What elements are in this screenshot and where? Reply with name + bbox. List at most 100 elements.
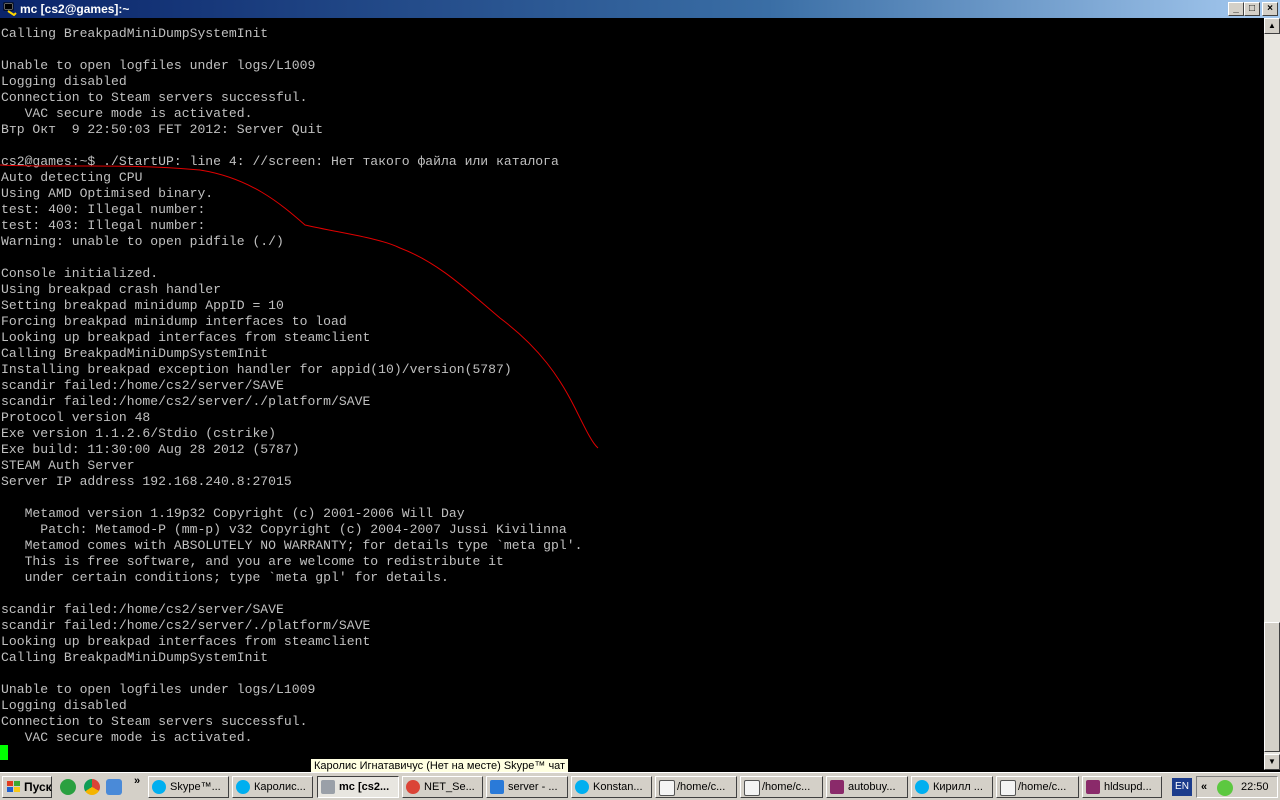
terminal-line: VAC secure mode is activated. [1,106,253,121]
terminal-line: Metamod version 1.19p32 Copyright (c) 20… [1,506,465,521]
windows-logo-icon [7,781,20,792]
terminal-line: under certain conditions; type `meta gpl… [1,570,449,585]
taskbar-button[interactable]: server - ... [486,776,568,798]
taskbar-button[interactable]: /home/c... [740,776,823,798]
tray-expand-button[interactable]: « [1201,777,1207,797]
scroll-thumb[interactable] [1264,622,1280,752]
taskbar-button-label: hldsupd... [1104,781,1152,793]
terminal-line: Logging disabled [1,74,127,89]
start-label: Пуск [24,780,52,794]
terminal-line: Console initialized. [1,266,159,281]
terminal-line: Using breakpad crash handler [1,282,222,297]
taskbar-button[interactable]: autobuy... [826,776,908,798]
terminal-line: Server IP address 192.168.240.8:27015 [1,474,292,489]
winrar-icon [830,780,844,794]
terminal-text: Calling BreakpadMiniDumpSystemInit Unabl… [0,26,1264,746]
winrar-icon [1086,780,1100,794]
chrome-icon [406,780,420,794]
terminal-line: Connection to Steam servers successful. [1,90,308,105]
terminal-line: Warning: unable to open pidfile (./) [1,234,284,249]
taskbar-button[interactable]: hldsupd... [1082,776,1162,798]
terminal-line: Protocol version 48 [1,410,151,425]
skype-status-icon[interactable] [1217,780,1233,796]
taskbar-button-label: Skype™... [170,781,221,793]
taskbar-button-label: mc [cs2... [339,781,390,793]
terminal-line: Calling BreakpadMiniDumpSystemInit [1,26,269,41]
skype-chat-icon [236,780,250,794]
taskbar-button[interactable]: Кирилл ... [911,776,993,798]
taskbar-button-label: /home/c... [677,781,726,793]
putty-icon [321,780,335,794]
window-titlebar[interactable]: mc [cs2@games]:~ _ □ × [0,0,1280,18]
terminal-line: Connection to Steam servers successful. [1,714,308,729]
terminal-line: test: 403: Illegal number: [1,218,206,233]
terminal-line: VAC secure mode is activated. [1,730,253,745]
scroll-down-button[interactable]: ▼ [1264,754,1280,770]
taskbar-button-label: server - ... [508,781,558,793]
utorrent-icon[interactable] [60,779,76,795]
terminal-output[interactable]: Calling BreakpadMiniDumpSystemInit Unabl… [0,18,1264,770]
terminal-line: Auto detecting CPU [1,170,143,185]
taskbar-button-label: Каролис... [254,781,306,793]
maximize-button[interactable]: □ [1244,2,1260,16]
terminal-line: scandir failed:/home/cs2/server/./platfo… [1,618,371,633]
terminal-line: Unable to open logfiles under logs/L1009 [1,58,316,73]
clock: 22:50 [1241,781,1269,793]
taskbar-button-label: /home/c... [762,781,811,793]
taskbar-button-label: Konstan... [593,781,643,793]
terminal-line: Exe build: 11:30:00 Aug 28 2012 (5787) [1,442,300,457]
minimize-button[interactable]: _ [1228,2,1244,16]
terminal-line: Forcing breakpad minidump interfaces to … [1,314,347,329]
terminal-line: Installing breakpad exception handler fo… [1,362,512,377]
skype-chat-icon [915,780,929,794]
quicklaunch-app-icon[interactable] [106,779,122,795]
terminal-line: scandir failed:/home/cs2/server/./platfo… [1,394,371,409]
editor-icon [744,780,760,796]
terminal-line: Looking up breakpad interfaces from stea… [1,634,371,649]
chrome-icon[interactable] [84,779,100,795]
taskbar-button[interactable]: /home/c... [996,776,1079,798]
terminal-line: This is free software, and you are welco… [1,554,504,569]
vertical-scrollbar[interactable]: ▲ ▼ [1264,18,1280,770]
taskbar-button-label: NET_Se... [424,781,475,793]
skype-chat-icon [575,780,589,794]
taskbar-button-label: Кирилл ... [933,781,983,793]
terminal-line: Exe version 1.1.2.6/Stdio (cstrike) [1,426,277,441]
close-button[interactable]: × [1262,2,1278,16]
taskbar-button[interactable]: Каролис... [232,776,313,798]
terminal-line: Patch: Metamod-P (mm-p) v32 Copyright (c… [1,522,567,537]
terminal-line: test: 400: Illegal number: [1,202,206,217]
taskbar-button-label: /home/c... [1018,781,1067,793]
terminal-line: Looking up breakpad interfaces from stea… [1,330,371,345]
taskbar-button[interactable]: mc [cs2... [317,776,399,798]
taskbar-button[interactable]: Konstan... [571,776,652,798]
start-button[interactable]: Пуск [2,776,52,798]
terminal-line: Втр Окт 9 22:50:03 FET 2012: Server Quit [1,122,324,137]
taskbar-button-label: autobuy... [848,781,896,793]
taskbar: Пуск » Skype™... Каролис... mc [cs2... NET_… [0,772,1280,800]
terminal-line: scandir failed:/home/cs2/server/SAVE [1,378,284,393]
terminal-line: cs2@games:~$ ./StartUP: line 4: //screen… [1,154,559,169]
editor-icon [1000,780,1016,796]
taskbar-button[interactable]: /home/c... [655,776,737,798]
terminal-line: Calling BreakpadMiniDumpSystemInit [1,650,269,665]
taskbar-button[interactable]: Skype™... [148,776,229,798]
winscp-icon [490,780,504,794]
quicklaunch-overflow[interactable]: » [134,775,140,787]
terminal-line: Metamod comes with ABSOLUTELY NO WARRANT… [1,538,583,553]
terminal-line: Logging disabled [1,698,127,713]
window-title: mc [cs2@games]:~ [20,2,130,16]
language-indicator[interactable]: EN [1172,778,1192,796]
scroll-up-button[interactable]: ▲ [1264,18,1280,34]
terminal-cursor [0,745,8,760]
terminal-line: Setting breakpad minidump AppID = 10 [1,298,284,313]
taskbar-button[interactable]: NET_Se... [402,776,483,798]
editor-icon [659,780,675,796]
terminal-line: Calling BreakpadMiniDumpSystemInit [1,346,269,361]
